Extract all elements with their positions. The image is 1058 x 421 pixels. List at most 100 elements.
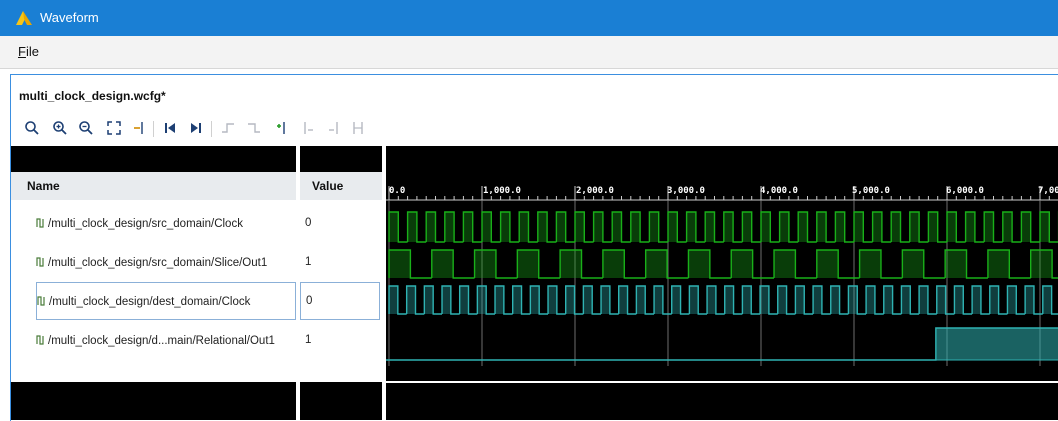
- ruler-label: 2,000.0: [576, 186, 614, 196]
- signal-value: 0: [306, 295, 313, 307]
- dest-clock-wave-pulse: [830, 286, 840, 314]
- dest-clock-wave-pulse: [512, 286, 522, 314]
- dest-clock-wave-pulse: [1025, 286, 1034, 314]
- src-clock-wave-pulse: [928, 212, 938, 242]
- src-clock-wave-pulse: [816, 212, 827, 242]
- dest-clock-wave-pulse: [442, 286, 451, 314]
- src-clock-wave-pulse: [463, 212, 473, 242]
- src-clock-wave-pulse: [1040, 212, 1050, 242]
- add-marker-icon[interactable]: [271, 117, 293, 139]
- ruler-label: 0.0: [389, 186, 406, 196]
- value-column-header[interactable]: Value: [300, 172, 382, 200]
- src-clock-wave-pulse: [686, 212, 696, 242]
- src-clock-wave-pulse: [909, 212, 920, 242]
- dest-clock-wave-pulse: [760, 286, 769, 314]
- dest-clock-wave-pulse: [724, 286, 734, 314]
- src-clock-wave-pulse: [723, 212, 734, 242]
- dest-clock-wave-pulse: [883, 286, 893, 314]
- src-clock-wave-pulse: [482, 212, 492, 242]
- dest-clock-wave-pulse: [742, 286, 752, 314]
- title-bar: Waveform: [0, 0, 1058, 36]
- zoom-in-icon[interactable]: [49, 117, 71, 139]
- src-clock-wave-pulse: [407, 212, 417, 242]
- signal-row-name[interactable]: /multi_clock_design/d...main/Relational/…: [36, 334, 275, 347]
- dest-clock-wave-pulse: [1007, 286, 1017, 314]
- dest-clock-wave-pulse: [495, 286, 504, 314]
- signal-row-name[interactable]: /multi_clock_design/src_domain/Clock: [36, 217, 243, 230]
- dest-clock-wave-pulse: [389, 286, 398, 314]
- dest-clock-wave-pulse: [1042, 286, 1052, 314]
- next-transition-icon[interactable]: [243, 117, 265, 139]
- slice-out-wave-pulse: [1030, 250, 1053, 278]
- signal-value: 1: [305, 334, 312, 346]
- dest-clock-wave-pulse: [671, 286, 681, 314]
- dest-clock-wave-pulse: [707, 286, 716, 314]
- name-pane-bottom-strip: [11, 382, 296, 420]
- dest-clock-wave-pulse: [654, 286, 663, 314]
- dest-clock-wave-pulse: [813, 286, 822, 314]
- dest-clock-wave-pulse: [848, 286, 858, 314]
- previous-marker-icon[interactable]: [297, 117, 319, 139]
- signal-value: 0: [305, 217, 312, 229]
- zoom-out-icon[interactable]: [75, 117, 97, 139]
- search-icon[interactable]: [21, 117, 43, 139]
- ruler-label: 1,000.0: [483, 186, 521, 196]
- src-clock-wave-pulse: [891, 212, 901, 242]
- slice-out-wave-pulse: [389, 250, 411, 278]
- dest-clock-wave-pulse: [636, 286, 646, 314]
- src-clock-wave-pulse: [649, 212, 659, 242]
- dest-clock-wave-pulse: [866, 286, 875, 314]
- previous-transition-icon[interactable]: [217, 117, 239, 139]
- dest-clock-wave-pulse: [459, 286, 469, 314]
- slice-out-wave-pulse: [602, 250, 625, 278]
- ruler-label: 5,000.0: [852, 186, 890, 196]
- src-clock-wave-pulse: [742, 212, 752, 242]
- src-clock-wave-pulse: [500, 212, 510, 242]
- dest-clock-wave-pulse: [972, 286, 981, 314]
- ruler-label: 7,00: [1038, 186, 1058, 196]
- next-marker-icon[interactable]: [323, 117, 345, 139]
- dest-clock-wave-pulse: [548, 286, 557, 314]
- panel-title: multi_clock_design.wcfg*: [19, 89, 166, 103]
- src-clock-wave-pulse: [947, 212, 957, 242]
- dest-clock-wave-pulse: [477, 286, 487, 314]
- slice-out-wave-pulse: [517, 250, 539, 278]
- relational-out-fill: [935, 328, 1058, 360]
- go-to-end-icon[interactable]: [185, 117, 207, 139]
- dest-clock-wave-pulse: [795, 286, 805, 314]
- dest-clock-wave-pulse: [583, 286, 593, 314]
- go-to-start-icon[interactable]: [159, 117, 181, 139]
- dest-clock-wave-pulse: [618, 286, 628, 314]
- slice-out-wave-pulse: [987, 250, 1010, 278]
- slice-out-wave-pulse: [859, 250, 881, 278]
- src-clock-wave-pulse: [593, 212, 603, 242]
- slice-out-wave-pulse: [774, 250, 796, 278]
- window-title: Waveform: [40, 10, 99, 25]
- dest-clock-wave-pulse: [424, 286, 434, 314]
- src-clock-wave-pulse: [984, 212, 994, 242]
- go-to-cursor-icon[interactable]: [129, 117, 151, 139]
- menu-bar: File: [0, 36, 1058, 69]
- signal-icon: [36, 218, 44, 228]
- zoom-fit-icon[interactable]: [103, 117, 125, 139]
- ruler-label: 3,000.0: [667, 186, 705, 196]
- slice-out-wave-pulse: [731, 250, 753, 278]
- menu-file[interactable]: File: [18, 44, 39, 59]
- name-column-header[interactable]: Name: [11, 172, 296, 200]
- slice-out-wave-pulse: [560, 250, 582, 278]
- value-pane-top-strip: [300, 146, 382, 172]
- signal-row-name[interactable]: /multi_clock_design/src_domain/Slice/Out…: [36, 256, 267, 269]
- src-clock-wave-pulse: [537, 212, 548, 242]
- src-clock-wave-pulse: [612, 212, 622, 242]
- signal-icon: [36, 257, 44, 267]
- selected-signal-row[interactable]: /multi_clock_design/dest_domain/Clock: [36, 282, 296, 320]
- src-clock-wave-pulse: [965, 212, 975, 242]
- dest-clock-wave-pulse: [919, 286, 928, 314]
- src-clock-wave-pulse: [556, 212, 566, 242]
- signal-name-label: /multi_clock_design/dest_domain/Clock: [49, 296, 251, 308]
- swap-cursors-icon[interactable]: [347, 117, 369, 139]
- slice-out-wave-pulse: [474, 250, 496, 278]
- signal-icon: [37, 296, 45, 306]
- waveform-toolbar: [21, 117, 521, 141]
- src-clock-wave-pulse: [835, 212, 845, 242]
